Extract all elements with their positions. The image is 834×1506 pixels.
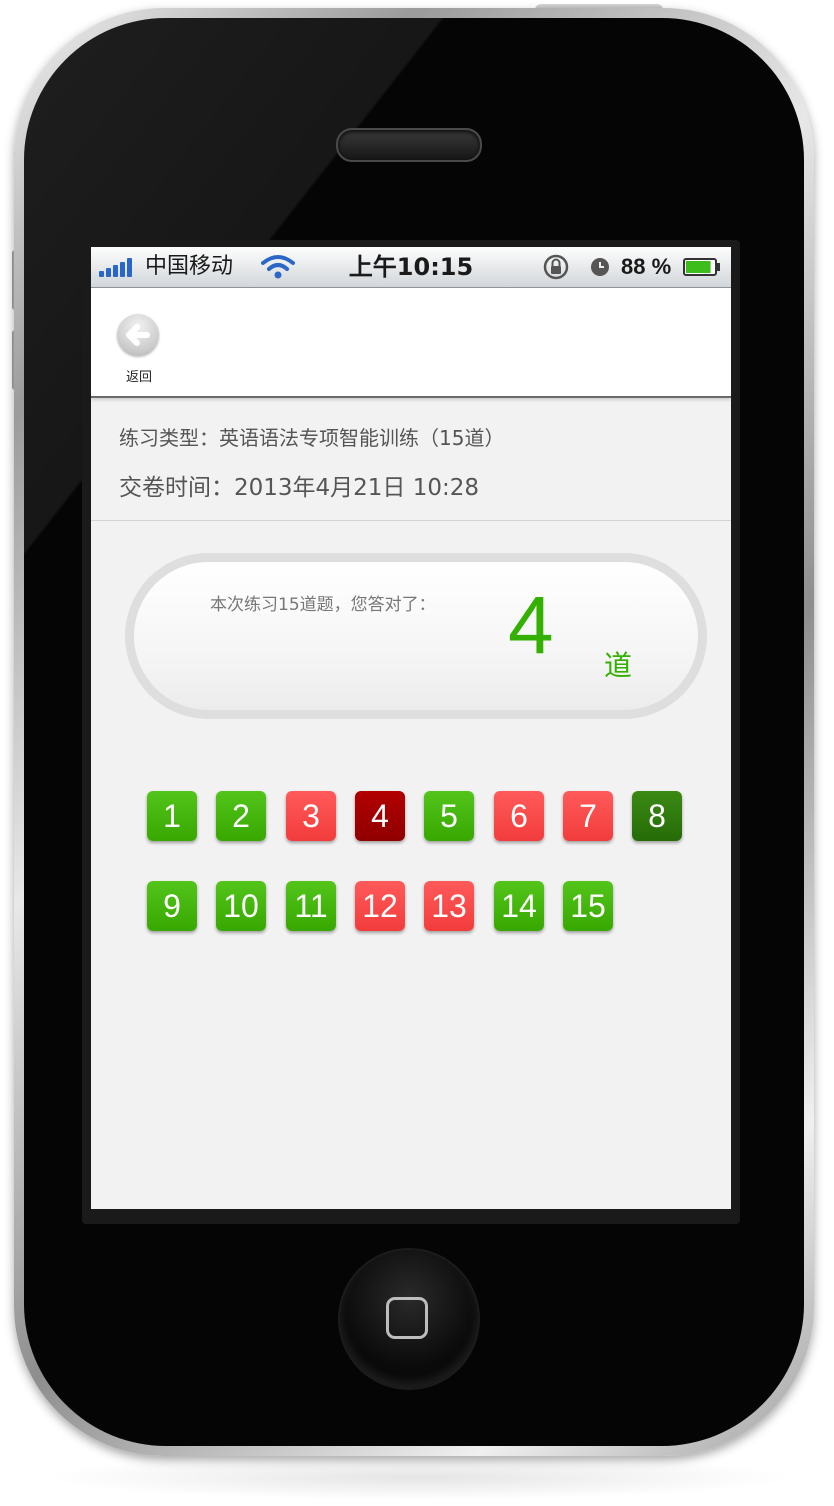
question-15-button[interactable]: 15 [563,881,613,931]
question-4-button[interactable]: 4 [355,791,405,841]
status-bar: 中国移动 上午10:15 88 % [91,247,731,288]
question-11-button[interactable]: 11 [286,881,336,931]
app-screen: 中国移动 上午10:15 88 % 返回 练习类型：英语语法专项智能训练（15道… [91,247,731,1209]
practice-info: 练习类型：英语语法专项智能训练（15道） 交卷时间：2013年4月21日 10:… [91,398,731,521]
question-13-button[interactable]: 13 [424,881,474,931]
question-2-button[interactable]: 2 [216,791,266,841]
question-5-button[interactable]: 5 [424,791,474,841]
earpiece-speaker [336,128,482,162]
question-12-button[interactable]: 12 [355,881,405,931]
correct-count: 4 [508,580,554,671]
question-14-button[interactable]: 14 [494,881,544,931]
question-1-button[interactable]: 1 [147,791,197,841]
score-unit: 道 [604,649,633,682]
question-8-button[interactable]: 8 [632,791,682,841]
home-square-icon [386,1297,428,1339]
back-button[interactable]: 返回 [113,310,165,386]
battery-icon [683,258,720,276]
question-3-button[interactable]: 3 [286,791,336,841]
submit-time: 交卷时间：2013年4月21日 10:28 [119,475,480,501]
practice-type: 练习类型：英语语法专项智能训练（15道） [119,426,505,450]
score-prompt: 本次练习15道题，您答对了： [210,595,436,615]
phone-shadow [40,1455,794,1500]
question-7-button[interactable]: 7 [563,791,613,841]
question-6-button[interactable]: 6 [494,791,544,841]
battery-percentage: 88 % [621,254,672,279]
score-panel: 本次练习15道题，您答对了： 4 道 [125,553,707,719]
nav-bar: 返回 [91,288,731,398]
back-arrow-icon [117,314,159,356]
rotation-lock-icon [543,254,569,280]
alarm-icon [591,258,609,276]
back-button-label: 返回 [125,370,152,385]
question-9-button[interactable]: 9 [147,881,197,931]
question-10-button[interactable]: 10 [216,881,266,931]
